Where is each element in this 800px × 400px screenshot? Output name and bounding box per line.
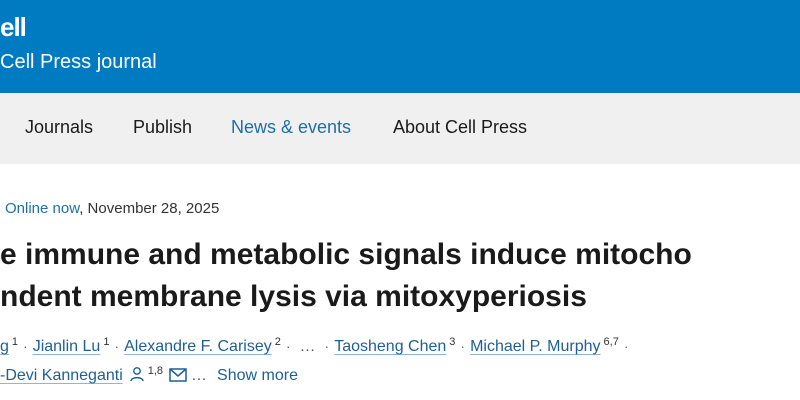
publication-info: Online now, November 28, 2025 bbox=[5, 200, 219, 217]
email-icon[interactable] bbox=[169, 368, 187, 387]
author-separator: · bbox=[460, 338, 466, 354]
author-ellipsis: … bbox=[191, 367, 208, 384]
author-link[interactable]: Alexandre F. Carisey bbox=[124, 338, 272, 355]
main-nav: Journals Publish News & events About Cel… bbox=[0, 93, 800, 164]
affiliation-sup: 1 bbox=[103, 336, 110, 348]
article-header: Online now, November 28, 2025 e immune a… bbox=[0, 164, 800, 400]
publication-date: , November 28, 2025 bbox=[79, 200, 220, 217]
author-list-line-2: -Devi Kanneganti 1,8 … Show more bbox=[0, 365, 298, 387]
journal-logo[interactable]: ell bbox=[0, 12, 27, 43]
title-line-2: ndent membrane lysis via mitoxyperiosis bbox=[0, 280, 587, 313]
author-link[interactable]: -Devi Kanneganti bbox=[0, 367, 123, 384]
author-separator: · bbox=[324, 338, 330, 354]
header-banner: ell Cell Press journal bbox=[0, 0, 800, 93]
article-title: e immune and metabolic signals induce mi… bbox=[0, 234, 800, 318]
affiliation-sup: 1 bbox=[11, 336, 19, 348]
author-separator: · bbox=[285, 338, 291, 354]
affiliation-sup: 3 bbox=[449, 336, 456, 348]
affiliation-sup: 6,7 bbox=[603, 336, 619, 348]
author-link[interactable]: g bbox=[0, 338, 9, 355]
author-separator: · bbox=[623, 338, 629, 354]
nav-about-cell-press[interactable]: About Cell Press bbox=[393, 117, 527, 138]
journal-subtitle: Cell Press journal bbox=[0, 51, 157, 73]
author-separator: · bbox=[114, 338, 120, 354]
online-status[interactable]: Online now bbox=[5, 200, 79, 217]
affiliation-sup: 2 bbox=[274, 336, 281, 348]
show-more-authors-button[interactable]: Show more bbox=[217, 367, 298, 384]
author-link[interactable]: Michael P. Murphy bbox=[470, 338, 600, 355]
person-icon[interactable] bbox=[129, 366, 145, 387]
affiliation-sup: 1,8 bbox=[147, 365, 164, 377]
nav-publish[interactable]: Publish bbox=[133, 117, 192, 138]
author-link[interactable]: Jianlin Lu bbox=[33, 338, 101, 355]
nav-journals[interactable]: Journals bbox=[25, 117, 93, 138]
author-list: g 1 · Jianlin Lu 1 · Alexandre F. Carisey 2 ·… · T… bbox=[0, 336, 634, 356]
author-link[interactable]: Taosheng Chen bbox=[334, 338, 446, 355]
author-ellipsis: … bbox=[299, 338, 316, 355]
author-separator: · bbox=[23, 338, 28, 354]
nav-news-events[interactable]: News & events bbox=[231, 117, 351, 138]
title-line-1: e immune and metabolic signals induce mi… bbox=[0, 238, 692, 271]
